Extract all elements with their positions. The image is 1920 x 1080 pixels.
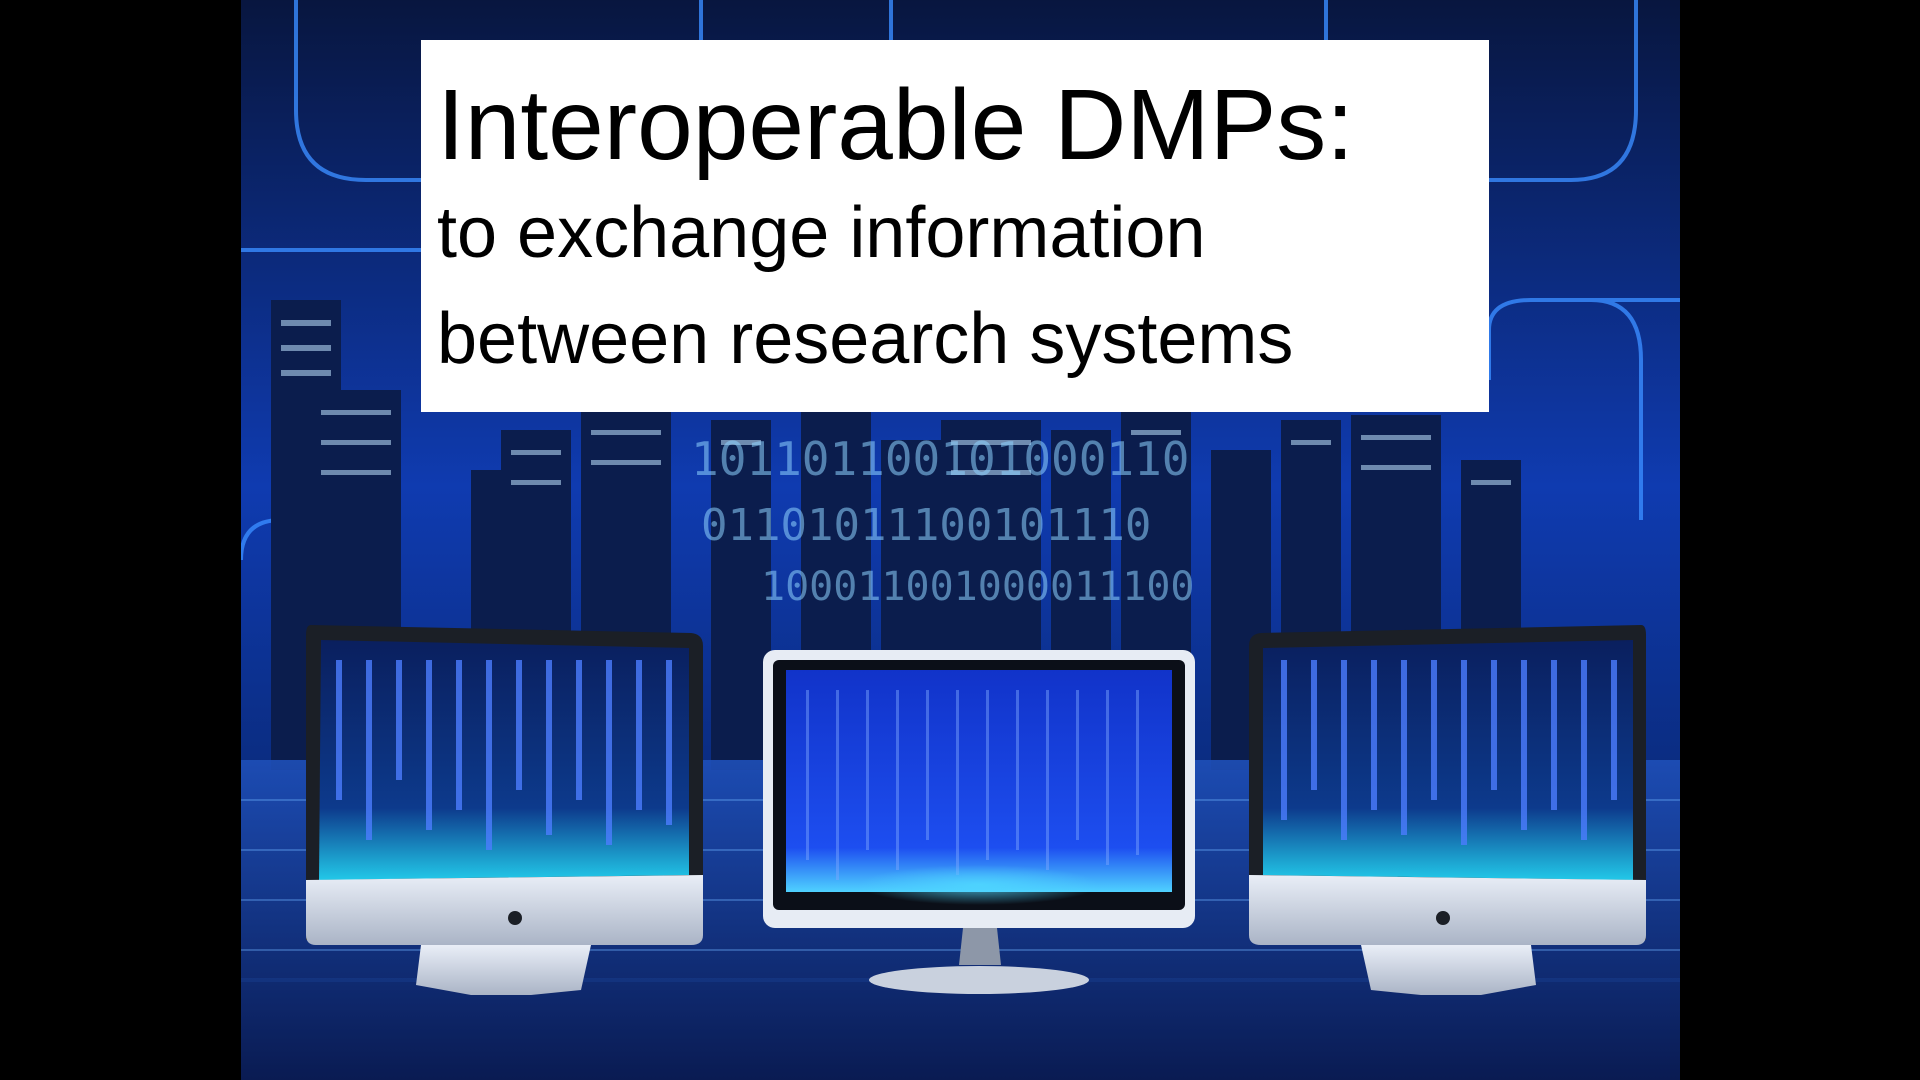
slide-subtitle-line-1: to exchange information bbox=[437, 193, 1206, 273]
slide-subtitle-line-2: between research systems bbox=[437, 299, 1294, 379]
monitor-right-icon bbox=[1249, 625, 1646, 995]
binary-overlay: 101101100101000110 01101011100101110 100… bbox=[691, 432, 1194, 610]
monitor-left-icon bbox=[306, 625, 703, 995]
binary-row-2: 01101011100101110 bbox=[701, 500, 1151, 551]
slide-title: Interoperable DMPs: bbox=[437, 69, 1355, 181]
slide: 101101100101000110 01101011100101110 100… bbox=[241, 0, 1680, 1080]
binary-row-1: 101101100101000110 bbox=[691, 432, 1190, 486]
binary-row-3: 100011001000011100 bbox=[761, 564, 1194, 610]
title-box: Interoperable DMPs: to exchange informat… bbox=[421, 40, 1489, 412]
presentation-stage: 101101100101000110 01101011100101110 100… bbox=[0, 0, 1920, 1080]
